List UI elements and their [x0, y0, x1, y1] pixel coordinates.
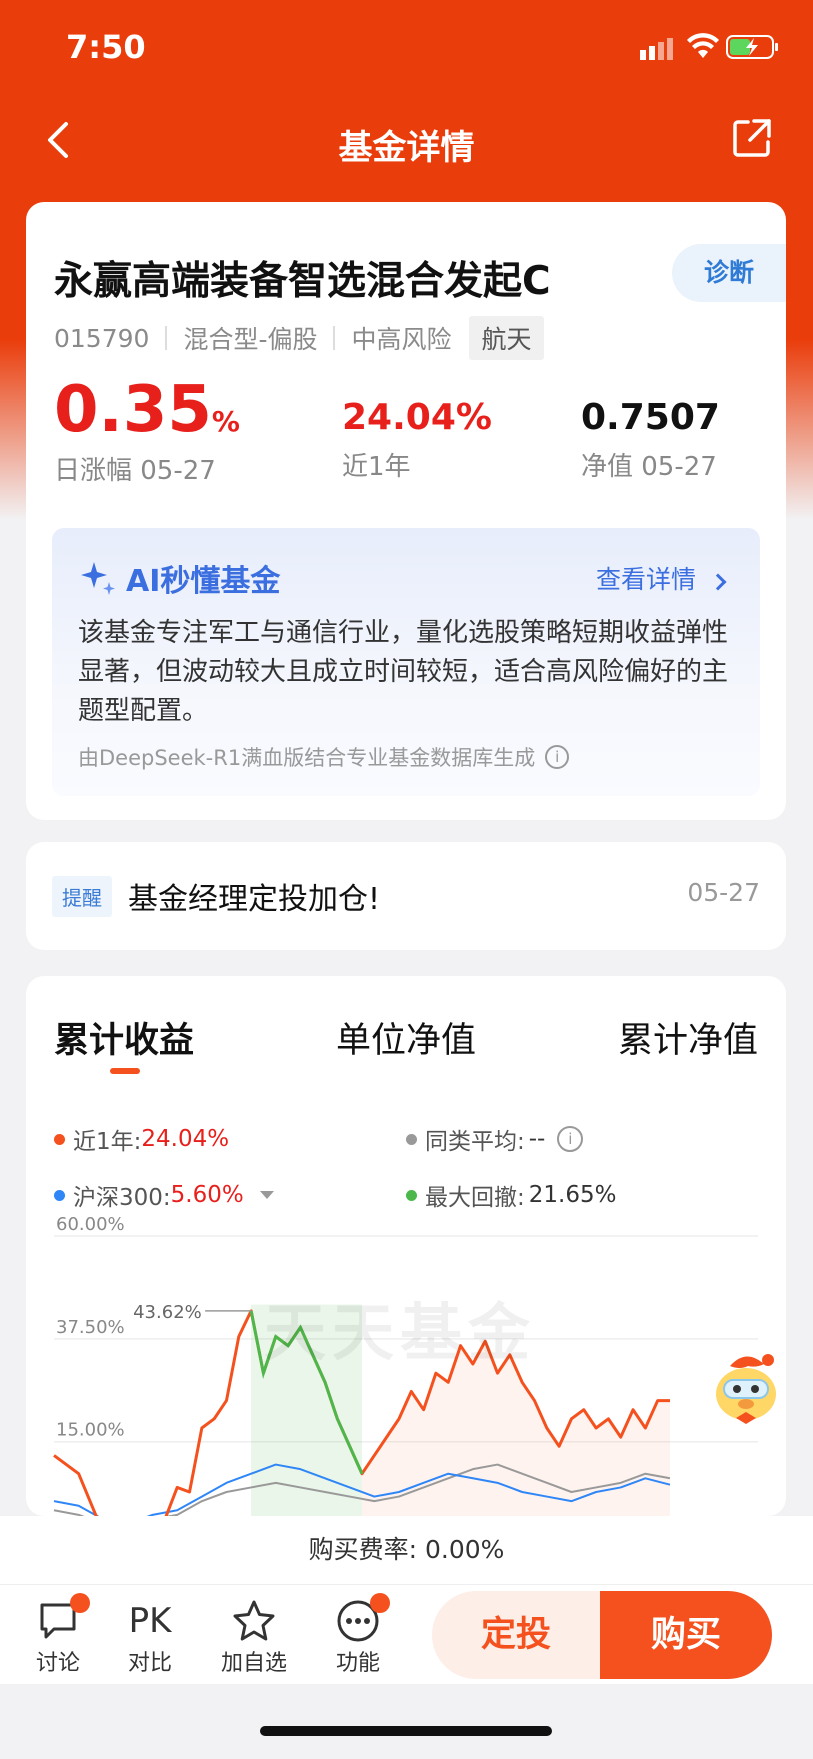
chevron-right-icon — [709, 573, 727, 591]
reminder-text: 基金经理定投加仓! — [128, 882, 381, 917]
home-indicator[interactable] — [260, 1726, 552, 1736]
fund-name: 永赢高端装备智选混合发起C — [54, 259, 551, 304]
daily-change-stat: 0.35% 日涨幅 05-27 — [54, 378, 240, 487]
divider — [165, 326, 168, 350]
info-icon[interactable]: i — [545, 745, 570, 769]
fund-meta: 015790 混合型-偏股 中高风险 航天 — [54, 316, 544, 360]
ai-footer-text: 由DeepSeek-R1满血版结合专业基金数据库生成 — [78, 746, 536, 770]
status-bar: 7:50 — [0, 0, 813, 96]
home-indicator-area — [0, 1684, 813, 1759]
reminder-card[interactable]: 提醒 基金经理定投加仓! 05-27 — [26, 842, 786, 950]
sparkle-icon — [81, 562, 115, 595]
reminder-tag: 提醒 — [52, 876, 112, 917]
peak-annotation-label: 43.62% — [133, 1302, 202, 1323]
sip-button[interactable]: 定投 — [432, 1591, 600, 1679]
functions-label: 功能 — [335, 1651, 380, 1676]
cellular-signal-icon — [640, 38, 673, 60]
daily-change-unit: % — [211, 405, 240, 438]
page-title: 基金详情 — [338, 128, 475, 168]
ai-view-details-link[interactable]: 查看详情 — [596, 560, 727, 596]
purchase-fee-bar: 购买费率: 0.00% — [0, 1516, 813, 1584]
ai-summary-text: 该基金专注军工与通信行业，量化选股策略短期收益弹性显著，但波动较大且成立时间较短… — [78, 618, 729, 726]
y-tick-label: 37.50% — [56, 1317, 125, 1338]
y-tick-label: 60.00% — [56, 1214, 125, 1235]
daily-change-value: 0.35 — [54, 373, 212, 447]
year-return-label: 近1年 — [342, 452, 411, 482]
chart-card: 累计收益 单位净值 累计净值 近1年: 24.04% 同类平均: -- i 沪深… — [26, 976, 786, 1516]
battery-charging-icon — [726, 35, 778, 59]
fund-info-card: 永赢高端装备智选混合发起C 诊断 015790 混合型-偏股 中高风险 航天 0… — [26, 202, 786, 820]
fund-type[interactable]: 混合型-偏股 — [183, 320, 317, 356]
daily-change-label: 日涨幅 05-27 — [54, 456, 216, 486]
fund-code: 015790 — [54, 323, 150, 353]
share-icon[interactable] — [730, 116, 774, 160]
ai-summary-box[interactable]: AI秒懂基金 查看详情 该基金专注军工与通信行业，量化选股策略短期收益弹性显著，… — [52, 528, 760, 796]
add-watchlist-label: 加自选 — [220, 1651, 287, 1676]
compare-label: 对比 — [127, 1651, 172, 1676]
wifi-icon — [687, 33, 719, 58]
notification-badge — [70, 1593, 90, 1613]
pk-icon: PK — [128, 1601, 172, 1641]
nav-stat: 0.7507 净值 05-27 — [581, 400, 720, 483]
purchase-fee-label: 购买费率: — [308, 1535, 418, 1564]
buy-button[interactable]: 购买 — [600, 1591, 772, 1679]
ai-footer: 由DeepSeek-R1满血版结合专业基金数据库生成 i — [78, 742, 570, 772]
functions-button[interactable]: 功能 — [318, 1593, 398, 1677]
nav-bar: 基金详情 — [0, 100, 813, 180]
ai-title-text: AI秒懂基金 — [126, 564, 281, 599]
bottom-toolbar: 讨论 PK 对比 加自选 功能 定投 购买 — [0, 1584, 813, 1684]
action-buttons: 定投 购买 — [432, 1591, 772, 1679]
nav-value: 0.7507 — [581, 397, 720, 438]
fund-risk[interactable]: 中高风险 — [351, 320, 451, 356]
ai-more-label: 查看详情 — [596, 565, 697, 594]
theme-tag[interactable]: 航天 — [469, 316, 544, 360]
watermark-text: 天天基金 — [264, 1296, 537, 1369]
star-icon — [233, 1600, 275, 1641]
y-tick-label: 15.00% — [56, 1420, 125, 1441]
return-chart[interactable]: 60.00% 37.50% 15.00% 43.62% — [26, 976, 786, 1516]
status-time: 7:50 — [66, 28, 146, 66]
diagnose-button[interactable]: 诊断 — [672, 244, 786, 302]
ai-title: AI秒懂基金 — [78, 556, 280, 600]
mascot-assistant-icon[interactable] — [706, 1346, 788, 1428]
year-return-value: 24.04% — [342, 397, 492, 438]
nav-label: 净值 05-27 — [581, 452, 717, 482]
add-watchlist-button[interactable]: 加自选 — [214, 1597, 294, 1677]
discuss-button[interactable]: 讨论 — [18, 1593, 98, 1677]
divider — [333, 326, 336, 350]
compare-button[interactable]: PK 对比 — [110, 1597, 190, 1677]
notification-badge — [370, 1593, 390, 1613]
year-return-stat: 24.04% 近1年 — [342, 400, 492, 483]
reminder-date: 05-27 — [687, 878, 760, 907]
discuss-label: 讨论 — [35, 1651, 80, 1676]
purchase-fee-value: 0.00% — [424, 1535, 505, 1564]
